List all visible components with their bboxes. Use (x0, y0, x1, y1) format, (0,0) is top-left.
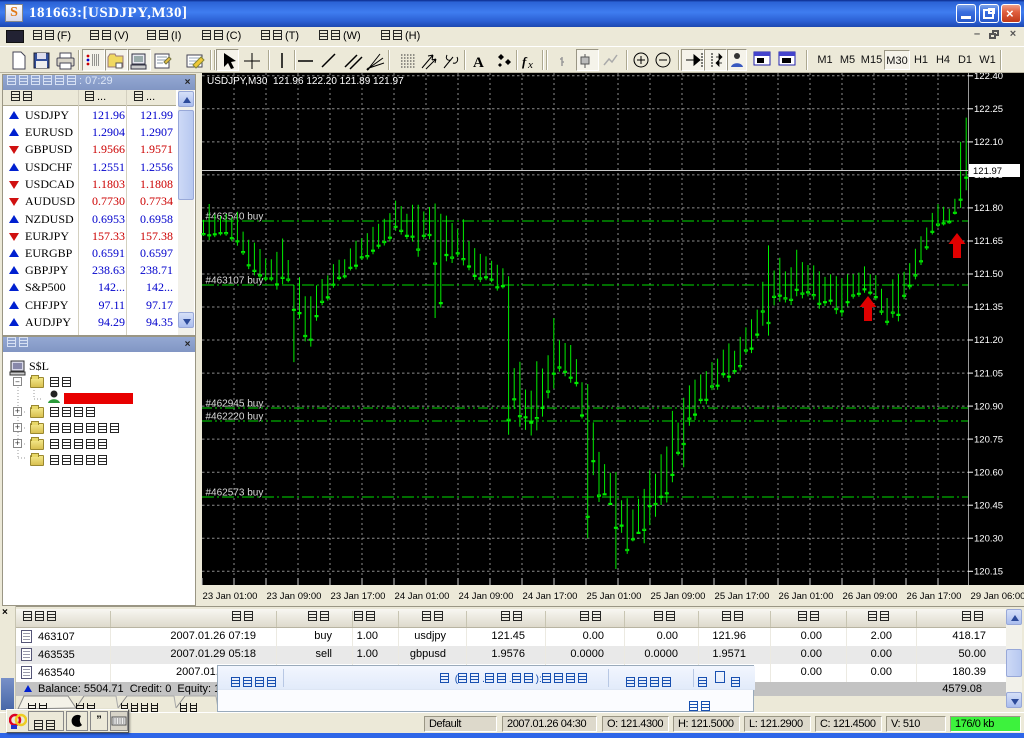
svg-text:26 Jan 01:00: 26 Jan 01:00 (779, 591, 834, 602)
svg-text:24 Jan 01:00: 24 Jan 01:00 (395, 591, 450, 602)
svg-text:121.05: 121.05 (974, 368, 1003, 379)
svg-text:120.45: 120.45 (974, 500, 1003, 511)
svg-text:#462220 buy: #462220 buy (206, 412, 264, 423)
svg-text:120.75: 120.75 (974, 434, 1003, 445)
svg-text:120.30: 120.30 (974, 533, 1003, 544)
svg-text:120.90: 120.90 (974, 401, 1003, 412)
svg-text:#463540 buy: #463540 buy (206, 212, 264, 223)
svg-text:121.35: 121.35 (974, 302, 1003, 313)
svg-text:29 Jan 06:00: 29 Jan 06:00 (971, 591, 1024, 602)
svg-text:24 Jan 09:00: 24 Jan 09:00 (459, 591, 514, 602)
svg-text:24 Jan 17:00: 24 Jan 17:00 (523, 591, 578, 602)
svg-text:120.15: 120.15 (974, 567, 1003, 578)
svg-text:122.10: 122.10 (974, 137, 1003, 148)
svg-text:121.80: 121.80 (974, 203, 1003, 214)
svg-text:23 Jan 09:00: 23 Jan 09:00 (267, 591, 322, 602)
svg-text:x: x (527, 59, 533, 71)
svg-text:#462573 buy: #462573 buy (206, 488, 264, 499)
svg-text:121.20: 121.20 (974, 335, 1003, 346)
svg-text:26 Jan 17:00: 26 Jan 17:00 (907, 591, 962, 602)
svg-text:25 Jan 17:00: 25 Jan 17:00 (715, 591, 770, 602)
svg-text:25 Jan 09:00: 25 Jan 09:00 (651, 591, 706, 602)
svg-text:USDJPY,M30 121.96 122.20 121.: USDJPY,M30 121.96 122.20 121.89 121.97 (207, 76, 404, 87)
svg-text:26 Jan 09:00: 26 Jan 09:00 (843, 591, 898, 602)
svg-text:121.97: 121.97 (973, 166, 1002, 177)
svg-text:121.65: 121.65 (974, 236, 1003, 247)
svg-text:#462945 buy: #462945 buy (206, 399, 264, 410)
svg-text:122.25: 122.25 (974, 104, 1003, 115)
svg-text:23 Jan 17:00: 23 Jan 17:00 (331, 591, 386, 602)
svg-text:120.60: 120.60 (974, 467, 1003, 478)
svg-text:#463107 buy: #463107 buy (206, 276, 264, 287)
svg-text:25 Jan 01:00: 25 Jan 01:00 (587, 591, 642, 602)
svg-text:23 Jan 01:00: 23 Jan 01:00 (203, 591, 258, 602)
svg-text:A: A (473, 55, 484, 71)
svg-text:121.50: 121.50 (974, 269, 1003, 280)
